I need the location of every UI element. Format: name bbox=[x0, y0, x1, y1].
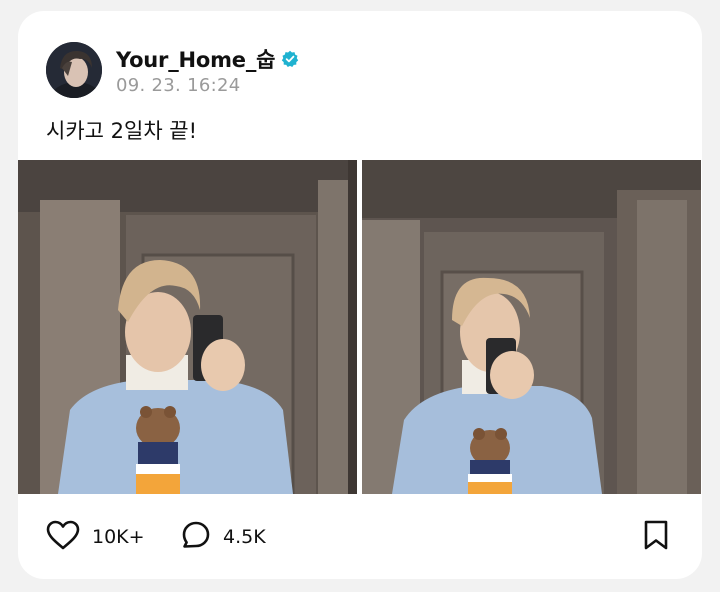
photo-gallery bbox=[18, 160, 702, 494]
post-card: Your_Home_숩 09. 23. 16:24 시카고 2일차 끝! 10K… bbox=[18, 11, 702, 579]
post-header: Your_Home_숩 09. 23. 16:24 bbox=[46, 42, 299, 98]
post-text: 시카고 2일차 끝! bbox=[46, 119, 198, 143]
username[interactable]: Your_Home_숩 bbox=[116, 44, 275, 74]
like-button[interactable]: 10K+ bbox=[46, 494, 145, 579]
name-row: Your_Home_숩 bbox=[116, 45, 299, 73]
comment-button[interactable]: 4.5K bbox=[181, 494, 266, 579]
photo-1[interactable] bbox=[18, 160, 357, 494]
bookmark-icon bbox=[642, 519, 670, 555]
like-count: 10K+ bbox=[92, 525, 145, 548]
verified-badge-icon bbox=[281, 50, 299, 68]
heart-icon bbox=[46, 520, 80, 554]
comment-count: 4.5K bbox=[223, 525, 266, 548]
avatar[interactable] bbox=[46, 42, 102, 98]
author-meta: Your_Home_숩 09. 23. 16:24 bbox=[116, 45, 299, 96]
bookmark-button[interactable] bbox=[642, 494, 670, 579]
action-bar: 10K+ 4.5K bbox=[18, 494, 702, 579]
comment-bubble-icon bbox=[181, 520, 211, 554]
photo-2[interactable] bbox=[362, 160, 701, 494]
post-timestamp: 09. 23. 16:24 bbox=[116, 74, 241, 96]
